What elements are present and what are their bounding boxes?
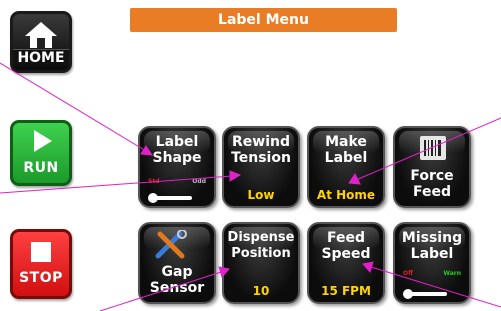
feed-speed-button[interactable]: Feed Speed 15 FPM — [307, 222, 385, 304]
missing-label-label-2: Label — [410, 246, 454, 262]
force-feed-label-1: Force — [410, 168, 454, 184]
feed-speed-label-1: Feed — [326, 230, 365, 246]
home-icon — [25, 22, 57, 48]
feed-speed-label-2: Speed — [321, 246, 371, 262]
make-label-value: At Home — [316, 188, 376, 202]
home-label: HOME — [13, 49, 69, 66]
label-shape-label-2: Shape — [152, 150, 202, 166]
feed-speed-value: 15 FPM — [321, 284, 371, 298]
run-label: RUN — [23, 160, 59, 176]
rewind-tension-label-2: Tension — [231, 150, 291, 166]
missing-label-toggle[interactable] — [403, 289, 447, 299]
missing-label-opt-right: Warn — [443, 270, 461, 277]
make-label-label-2: Label — [324, 150, 368, 166]
stop-button[interactable]: STOP — [10, 229, 72, 299]
rewind-tension-label-1: Rewind — [232, 134, 290, 150]
label-shape-opt-right: Odd — [192, 178, 206, 185]
label-shape-opt-left: Std — [148, 178, 160, 185]
wrench-screwdriver-icon — [155, 230, 187, 259]
gap-sensor-label-1: Gap — [161, 264, 193, 280]
rewind-tension-button[interactable]: Rewind Tension Low — [222, 126, 300, 208]
dispense-position-button[interactable]: Dispense Position 10 — [222, 222, 300, 304]
play-icon — [34, 130, 52, 152]
missing-label-label-1: Missing — [401, 230, 463, 246]
home-button[interactable]: HOME — [10, 11, 72, 73]
missing-label-button[interactable]: Missing Label Off Warn — [393, 222, 471, 304]
force-feed-label-2: Feed — [412, 184, 451, 200]
force-feed-button[interactable]: Force Feed — [393, 126, 471, 208]
stop-label: STOP — [19, 270, 63, 286]
toggle-knob-icon — [148, 193, 158, 203]
dispense-position-value: 10 — [252, 284, 270, 298]
rewind-tension-value: Low — [247, 188, 275, 202]
page-title: Label Menu — [130, 8, 397, 32]
dispense-position-label-1: Dispense — [227, 230, 295, 245]
toggle-knob-icon — [403, 289, 413, 299]
run-button[interactable]: RUN — [10, 120, 72, 186]
gap-sensor-label-2: Sensor — [149, 280, 205, 296]
label-shape-button[interactable]: Label Shape Std Odd — [138, 126, 216, 208]
gap-sensor-button[interactable]: Gap Sensor — [138, 222, 216, 304]
make-label-button[interactable]: Make Label At Home — [307, 126, 385, 208]
label-shape-toggle[interactable] — [148, 193, 192, 203]
barcode-icon — [420, 136, 446, 160]
make-label-label-1: Make — [325, 134, 367, 150]
label-shape-label-1: Label — [155, 134, 199, 150]
missing-label-opt-left: Off — [403, 270, 413, 277]
dispense-position-label-2: Position — [231, 246, 291, 261]
stop-icon — [31, 242, 51, 262]
